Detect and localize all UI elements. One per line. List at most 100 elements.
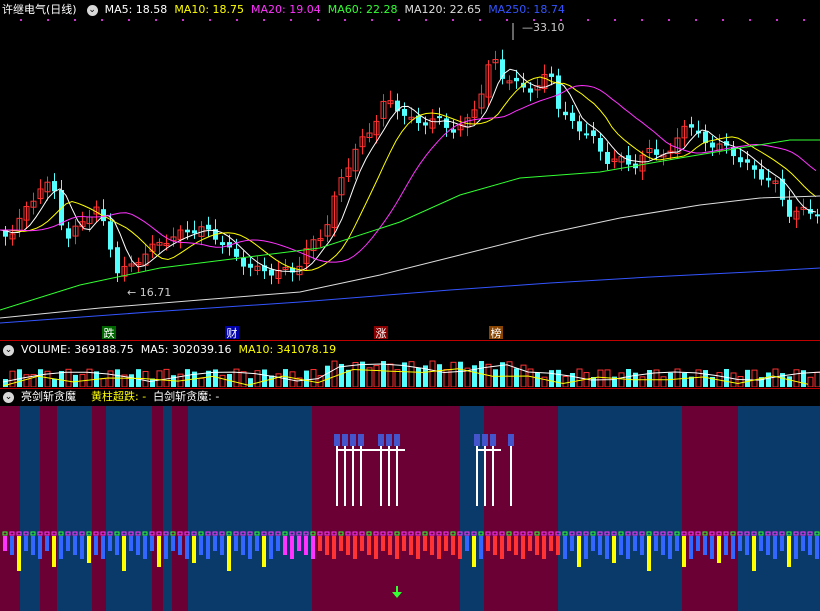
- indicator-column: [276, 536, 280, 551]
- volume-bar: [304, 370, 309, 387]
- dropdown-circle-icon[interactable]: ⌄: [86, 4, 98, 16]
- indicator-column: [367, 536, 371, 555]
- volume-bar: [745, 369, 750, 387]
- stock-title: 许继电气(日线): [2, 3, 77, 16]
- volume-bar: [618, 372, 625, 387]
- top-dot-marker: [344, 19, 346, 21]
- indicator-column: [465, 536, 469, 551]
- volume-bar: [570, 373, 575, 387]
- indicator-column: [479, 536, 483, 559]
- indicator-column: [528, 536, 532, 551]
- sword-hilt: [508, 434, 514, 446]
- indicator-column: [136, 536, 140, 555]
- volume-bar: [269, 375, 274, 387]
- top-dot-marker: [371, 19, 373, 21]
- indicator-column: [801, 536, 805, 551]
- indicator-column: [423, 536, 427, 551]
- sword-hilt: [394, 434, 400, 446]
- volume-bar: [450, 361, 457, 387]
- top-dot-marker: [587, 19, 589, 21]
- indicator-column: [647, 536, 651, 571]
- indicator-column: [451, 536, 455, 555]
- volume-bar: [597, 369, 604, 387]
- top-dot-marker: [263, 19, 265, 21]
- zone-band: [172, 406, 188, 611]
- volume-bar: [429, 360, 436, 387]
- sword-hilt: [378, 434, 384, 446]
- high-price-label: —33.10: [522, 21, 565, 34]
- indicator-column: [542, 536, 546, 559]
- top-dot-marker: [236, 19, 238, 21]
- volume-chart[interactable]: [0, 357, 820, 387]
- indicator-column: [521, 536, 525, 559]
- indicator-column: [759, 536, 763, 551]
- indicator-column: [416, 536, 420, 559]
- candle-body: [234, 248, 239, 257]
- volume-bar: [331, 360, 338, 387]
- indicator-column: [269, 536, 273, 559]
- volume-bar: [682, 372, 687, 387]
- ma5-label: MA5: 18.58: [104, 3, 168, 16]
- indicator-column: [395, 536, 399, 559]
- volume-bar: [458, 361, 463, 387]
- indicator-column: [577, 536, 581, 567]
- indicator-column: [675, 536, 679, 551]
- volume-bar: [647, 370, 652, 387]
- event-marker-text: 跌: [104, 326, 115, 340]
- indicator-column: [500, 536, 504, 559]
- candle-body: [563, 111, 568, 116]
- volume-bar: [38, 369, 43, 387]
- candle-body: [591, 130, 596, 137]
- candle-body: [556, 75, 561, 109]
- indicator-column: [94, 536, 98, 555]
- volume-bar: [254, 370, 261, 387]
- volume-bar: [352, 361, 359, 387]
- indicator-column: [556, 536, 560, 555]
- candle-body: [52, 181, 57, 192]
- dropdown-circle-icon[interactable]: ⌄: [3, 391, 14, 403]
- indicator-column: [773, 536, 777, 559]
- candle-body: [766, 177, 771, 181]
- ma10-label: MA10: 18.75: [174, 3, 245, 16]
- top-dot-marker: [803, 19, 805, 21]
- volume-bar: [787, 376, 792, 387]
- volume-bar: [751, 369, 758, 387]
- indicator-column: [549, 536, 553, 551]
- volume-bar: [549, 370, 554, 387]
- top-dot-marker: [182, 19, 184, 21]
- sword-hilt: [482, 434, 488, 446]
- dropdown-circle-icon[interactable]: ⌄: [3, 344, 14, 356]
- indicator-header: ⌄ 亮剑斩贪魔 黄柱超跌: - 白剑斩贪魔: -: [0, 389, 820, 405]
- indicator-white-label: 白剑斩贪魔: -: [153, 390, 220, 403]
- indicator-column: [143, 536, 147, 559]
- event-marker-text: 涨: [376, 327, 387, 340]
- top-dot-marker: [101, 19, 103, 21]
- candle-body: [437, 116, 442, 119]
- event-marker-text: 榜: [491, 326, 502, 340]
- candle-body: [752, 165, 757, 170]
- indicator-column: [185, 536, 189, 559]
- candle-body: [584, 133, 589, 136]
- candlestick-chart[interactable]: —33.10 ← 16.71 跌 财 涨 榜: [0, 0, 820, 340]
- indicator-column: [493, 536, 497, 555]
- indicator-column: [486, 536, 490, 551]
- indicator-column: [640, 536, 644, 555]
- candle-body: [241, 257, 246, 267]
- indicator-column: [794, 536, 798, 559]
- candle-body: [108, 221, 113, 250]
- volume-bar: [9, 370, 16, 387]
- top-dot-marker: [425, 19, 427, 21]
- candle-body: [206, 224, 211, 230]
- indicator-chart[interactable]: [0, 406, 820, 611]
- indicator-column: [101, 536, 105, 559]
- indicator-column: [122, 536, 126, 571]
- indicator-column: [682, 536, 686, 567]
- volume-bar: [408, 361, 415, 387]
- volume-bar: [472, 365, 477, 387]
- sword-hilt: [358, 434, 364, 446]
- indicator-column: [605, 536, 609, 559]
- indicator-column: [199, 536, 203, 555]
- candle-body: [444, 118, 449, 128]
- indicator-column: [458, 536, 462, 559]
- volume-bar: [262, 369, 267, 387]
